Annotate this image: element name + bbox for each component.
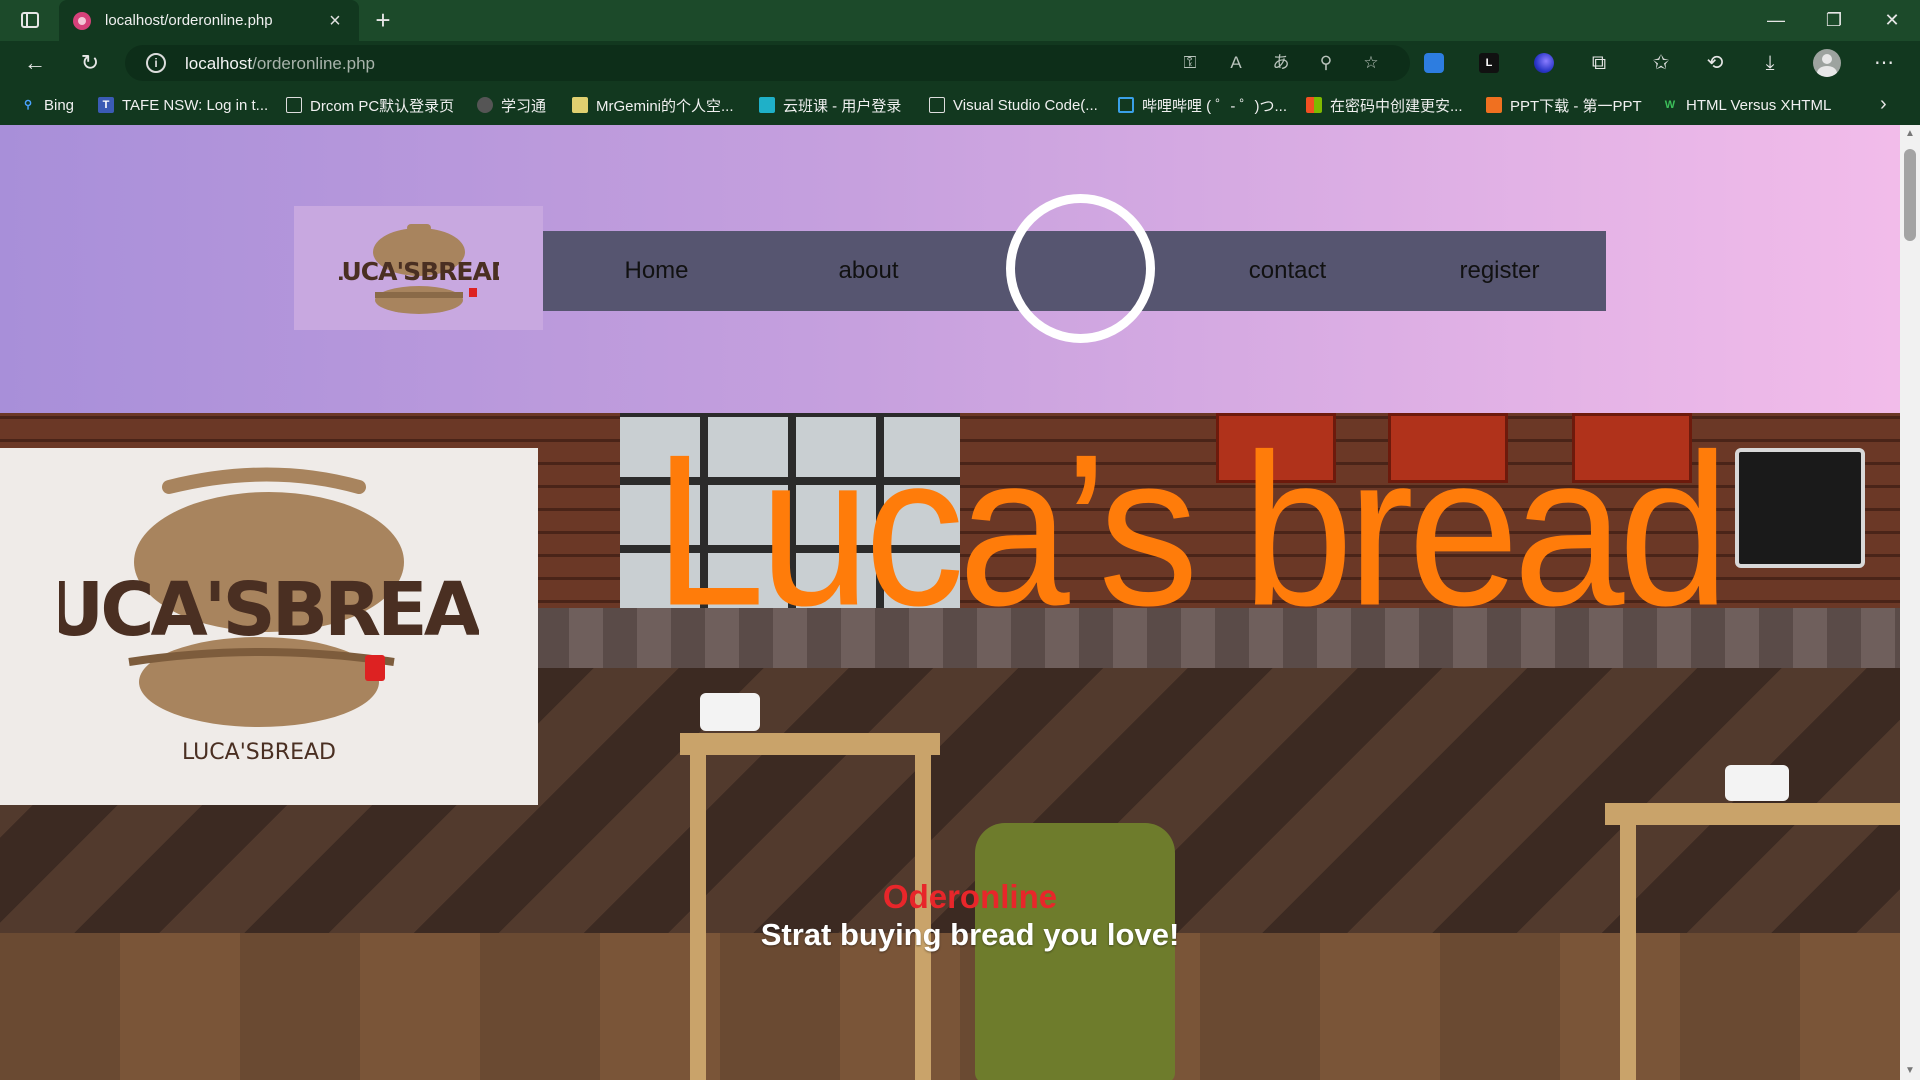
favorite-item[interactable]: 哔哩哔哩 ( ゜- ゜)つ... <box>1118 95 1287 115</box>
url-host: localhost <box>185 54 253 73</box>
extension-blue-icon[interactable] <box>1419 49 1449 77</box>
reload-icon[interactable]: ↻ <box>74 49 106 77</box>
monitor-image <box>1735 448 1865 568</box>
tab-favicon-icon <box>73 11 91 30</box>
tissue-box <box>1725 765 1789 801</box>
scroll-up-icon[interactable]: ▲ <box>1905 129 1915 139</box>
tab-close-icon[interactable]: × <box>323 11 347 31</box>
page-icon <box>929 97 945 113</box>
tab-actions-icon[interactable] <box>14 8 46 32</box>
favorite-label: HTML Versus XHTML <box>1686 96 1832 114</box>
favorite-label: 哔哩哔哩 ( ゜- ゜)つ... <box>1142 97 1287 115</box>
more-menu-icon[interactable]: ⋯ <box>1869 49 1899 77</box>
restore-icon[interactable]: ❐ <box>1806 0 1862 41</box>
page-scrollbar[interactable]: ▲ ▼ <box>1900 125 1920 1080</box>
hero-logo-caption: LUCA'SBREAD <box>182 740 336 765</box>
w3-icon: W <box>1664 99 1676 111</box>
history-icon[interactable]: ⟲ <box>1700 49 1730 77</box>
translate-icon[interactable]: あ <box>1268 52 1294 74</box>
tab-title: localhost/orderonline.php <box>105 12 273 29</box>
nav-contact[interactable]: contact <box>1217 231 1358 311</box>
scroll-down-icon[interactable]: ▼ <box>1905 1066 1915 1076</box>
address-url[interactable]: localhost/orderonline.php <box>185 54 375 74</box>
favorite-label: Bing <box>44 96 75 114</box>
favorite-item[interactable]: T TAFE NSW: Log in t... <box>98 95 268 115</box>
favorite-item[interactable]: MrGemini的个人空... <box>572 95 734 115</box>
favorites-icon[interactable]: ✩ <box>1646 49 1676 77</box>
page-icon <box>286 97 302 113</box>
extension-dark-icon[interactable]: L <box>1474 49 1504 77</box>
bread-pot-logo-icon: LUCA'SBREAD LUCA'SBREAD <box>59 467 479 765</box>
new-tab-icon[interactable]: + <box>368 6 398 34</box>
extension-orb-icon[interactable] <box>1529 49 1559 77</box>
nav-home[interactable]: Home <box>586 231 727 311</box>
hero-logo-text: LUCA'SBREAD <box>59 567 479 653</box>
favorite-label: 学习通 <box>501 97 547 115</box>
favorite-item[interactable]: Drcom PC默认登录页 <box>286 95 454 115</box>
minimize-icon[interactable]: — <box>1748 0 1804 41</box>
site-info-icon[interactable]: i <box>146 53 166 73</box>
hero-tagline: Strat buying bread you love! <box>760 917 1180 952</box>
globe-icon <box>477 97 493 113</box>
order-online-nav-ring[interactable] <box>1006 194 1155 343</box>
microsoft-icon <box>1306 97 1322 113</box>
gemini-icon <box>572 97 588 113</box>
scroll-thumb[interactable] <box>1904 149 1916 241</box>
header-logo-text: LUCA'SBREAD <box>339 257 499 286</box>
tafe-icon: T <box>98 97 114 113</box>
downloads-icon[interactable]: ⤓ <box>1755 49 1785 77</box>
favorite-label: Drcom PC默认登录页 <box>310 97 455 115</box>
url-path: /orderonline.php <box>252 54 375 73</box>
favorite-item[interactable]: 学习通 <box>477 95 546 115</box>
active-tab[interactable]: localhost/orderonline.php × <box>59 0 359 41</box>
browser-toolbar: ← ↻ i localhost/orderonline.php ⚿ A あ ⚲ … <box>0 41 1920 85</box>
profile-avatar[interactable] <box>1813 49 1841 77</box>
browser-tab-bar: localhost/orderonline.php × + — ❐ ✕ <box>0 0 1920 41</box>
favorite-item[interactable]: 云班课 - 用户登录 <box>759 95 901 115</box>
ppt-icon <box>1486 97 1502 113</box>
favorite-item[interactable]: Visual Studio Code(... <box>929 95 1098 115</box>
favorite-label: 云班课 - 用户登录 <box>783 97 902 115</box>
favorite-item[interactable]: 在密码中创建更安... <box>1306 95 1463 115</box>
close-window-icon[interactable]: ✕ <box>1864 0 1920 41</box>
favorite-label: 在密码中创建更安... <box>1330 97 1463 115</box>
zoom-out-icon[interactable]: ⚲ <box>1313 52 1339 74</box>
favorite-item[interactable]: ⚲ Bing <box>20 95 74 115</box>
address-bar[interactable]: i localhost/orderonline.php ⚿ A あ ⚲ ☆ <box>125 45 1410 81</box>
hero-brand-title: Luca’s bread <box>654 413 1730 651</box>
favorite-label: TAFE NSW: Log in t... <box>122 96 269 114</box>
cloud-class-icon <box>759 97 775 113</box>
password-key-icon[interactable]: ⚿ <box>1177 52 1203 74</box>
tissue-box <box>700 693 760 731</box>
favorites-more-icon[interactable]: › <box>1880 93 1887 116</box>
search-icon: ⚲ <box>23 99 33 111</box>
table-image <box>1605 803 1900 825</box>
favorite-label: MrGemini的个人空... <box>596 97 734 115</box>
back-icon[interactable]: ← <box>19 49 51 77</box>
favorite-item[interactable]: PPT下载 - 第一PPT <box>1486 95 1642 115</box>
favorite-label: Visual Studio Code(... <box>953 96 1098 114</box>
nav-register[interactable]: register <box>1429 231 1570 311</box>
favorites-bar: ⚲ Bing T TAFE NSW: Log in t... Drcom PC默认登… <box>0 85 1920 125</box>
extensions-puzzle-icon[interactable]: ⧉ <box>1584 49 1614 77</box>
nav-about[interactable]: about <box>798 231 939 311</box>
favorite-item[interactable]: W HTML Versus XHTML <box>1662 95 1832 115</box>
wood-floor <box>0 933 1900 1080</box>
hero-logo-card: LUCA'SBREAD LUCA'SBREAD <box>0 448 538 805</box>
page-viewport: LUCA'SBREAD Home about contact register <box>0 125 1900 1080</box>
header-logo[interactable]: LUCA'SBREAD <box>294 206 543 330</box>
order-online-title: Oderonline <box>882 878 1058 915</box>
favorite-label: PPT下载 - 第一PPT <box>1510 97 1642 115</box>
bread-pot-logo-icon: LUCA'SBREAD <box>339 224 499 314</box>
table-image <box>680 733 940 755</box>
hero-banner: LUCA'SBREAD LUCA'SBREAD Luca’s bread Ode… <box>0 413 1900 1080</box>
add-favorite-icon[interactable]: ☆ <box>1358 52 1384 74</box>
site-header: LUCA'SBREAD Home about contact register <box>0 125 1900 413</box>
read-aloud-icon[interactable]: A <box>1223 52 1249 74</box>
bilibili-icon <box>1118 97 1134 113</box>
